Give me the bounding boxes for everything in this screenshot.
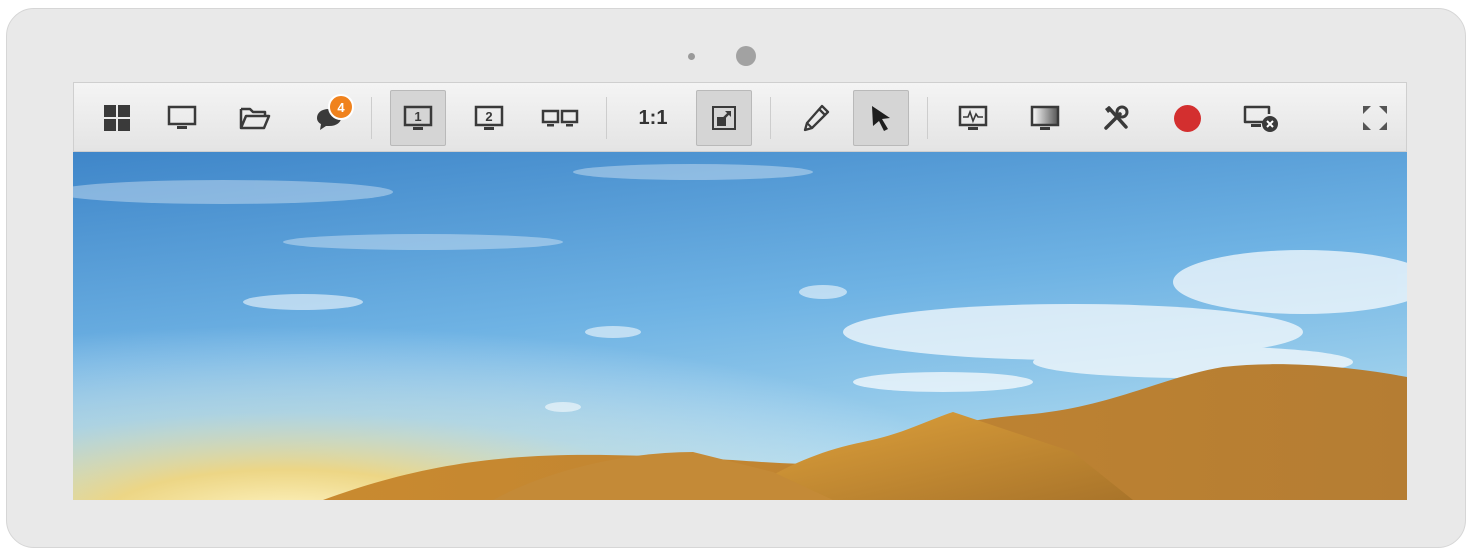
chat-button[interactable]: 4: [301, 90, 357, 146]
monitor-2-icon: 2: [474, 105, 504, 130]
apps-button[interactable]: [89, 90, 145, 146]
record-button[interactable]: [1159, 90, 1215, 146]
toolbar-separator: [371, 97, 372, 139]
monitor-2-button[interactable]: 2: [461, 90, 517, 146]
grid-icon: [104, 105, 130, 131]
monitor-icon: [167, 105, 197, 129]
tools-button[interactable]: [1088, 90, 1144, 146]
dual-monitor-icon: [541, 109, 579, 127]
desktop-wallpaper: [73, 152, 1407, 500]
fit-screen-icon: [712, 106, 736, 130]
disconnect-button[interactable]: [1231, 90, 1287, 146]
fullscreen-icon: [1363, 106, 1387, 130]
camera-dot: [736, 46, 756, 66]
chat-badge: 4: [328, 94, 354, 120]
toolbar-separator: [606, 97, 607, 139]
monitor-1-label: 1: [414, 109, 421, 124]
display-quality-button[interactable]: [1017, 90, 1073, 146]
record-icon: [1173, 104, 1201, 132]
disconnect-icon: [1243, 105, 1278, 132]
cursor-icon: [872, 106, 890, 131]
pointer-button[interactable]: [853, 90, 909, 146]
sensor-dot: [688, 53, 695, 60]
file-transfer-button[interactable]: [227, 90, 283, 146]
system-info-icon: [958, 105, 988, 130]
screen-button[interactable]: [154, 90, 210, 146]
all-monitors-button[interactable]: [532, 90, 588, 146]
toolbar-separator: [927, 97, 928, 139]
display-quality-icon: [1030, 105, 1060, 130]
remote-toolbar: 4 1 2 1:1: [73, 82, 1407, 152]
fullscreen-button[interactable]: [1347, 90, 1403, 146]
toolbar-separator: [770, 97, 771, 139]
scale-1-1: 1:1: [638, 106, 668, 129]
pencil-icon: [803, 104, 830, 132]
draw-button[interactable]: [788, 90, 844, 146]
monitor-2-label: 2: [485, 109, 492, 124]
scale-1-1-button[interactable]: 1:1: [625, 90, 681, 146]
monitor-1-icon: 1: [403, 105, 433, 130]
monitor-1-button[interactable]: 1: [390, 90, 446, 146]
folder-icon: [239, 107, 271, 130]
tools-icon: [1104, 105, 1129, 130]
fit-screen-button[interactable]: [696, 90, 752, 146]
remote-screen: 4 1 2 1:1: [73, 82, 1407, 500]
system-info-button[interactable]: [945, 90, 1001, 146]
